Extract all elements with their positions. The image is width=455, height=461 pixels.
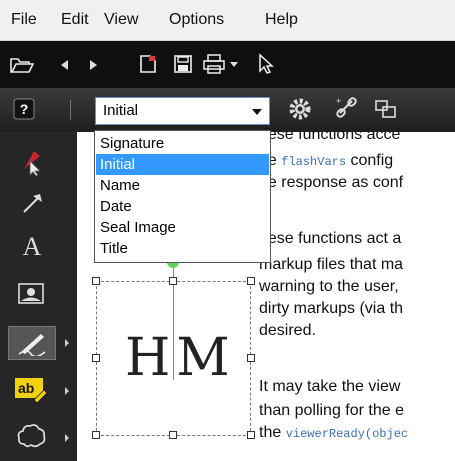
doc-line: than polling for the e (259, 402, 404, 419)
doc-line: he flashVars config (259, 152, 393, 170)
markup-tools-sidebar: A ab (0, 132, 77, 461)
text-replace-submenu-arrow-icon[interactable] (64, 387, 70, 395)
menu-view[interactable]: View (104, 11, 138, 29)
doc-text: the (259, 424, 286, 441)
markup-type-dropdown: Signature Initial Name Date Seal Image T… (94, 130, 271, 263)
markup-type-select[interactable]: Initial (95, 97, 270, 125)
option-title[interactable]: Title (96, 238, 269, 259)
resize-handle[interactable] (169, 431, 177, 439)
svg-text:?: ? (20, 101, 29, 117)
doc-line: hese functions acce (259, 132, 401, 143)
chevron-down-icon[interactable] (251, 108, 263, 116)
menu-options[interactable]: Options (169, 11, 224, 29)
cloud-submenu-arrow-icon[interactable] (64, 434, 70, 442)
resize-handle[interactable] (247, 277, 255, 285)
open-folder-icon[interactable] (9, 56, 35, 74)
signature-pen-icon (18, 334, 46, 356)
signature-submenu-arrow-icon[interactable] (64, 339, 70, 347)
option-signature[interactable]: Signature (96, 133, 269, 154)
red-pointer-icon[interactable] (18, 147, 46, 177)
svg-text:ab: ab (18, 380, 34, 396)
print-dropdown-arrow-icon[interactable] (229, 61, 239, 69)
menu-bar: File Edit View Options Help (0, 0, 455, 41)
doc-line: he response as conf (259, 174, 404, 191)
doc-line: the viewerReady(objec (259, 424, 408, 442)
main-toolbar (0, 41, 455, 88)
svg-text:A: A (23, 232, 42, 260)
option-seal-image[interactable]: Seal Image (96, 217, 269, 238)
save-icon[interactable] (173, 54, 193, 74)
cloud-shape-icon[interactable] (16, 422, 46, 450)
resize-handle[interactable] (247, 431, 255, 439)
resize-handle[interactable] (247, 354, 255, 362)
menu-help[interactable]: Help (265, 11, 298, 29)
option-initial[interactable]: Initial (96, 154, 269, 175)
new-document-icon[interactable] (139, 54, 157, 74)
image-stamp-icon[interactable] (17, 282, 45, 306)
resize-handle[interactable] (169, 277, 177, 285)
signature-tool-button[interactable] (8, 326, 56, 360)
doc-text: config (346, 152, 394, 169)
resize-handle[interactable] (92, 431, 100, 439)
resize-handle[interactable] (92, 277, 100, 285)
arrange-icon[interactable] (374, 97, 400, 121)
settings-gear-icon[interactable] (287, 96, 313, 122)
doc-line: dirty markups (via th (259, 300, 404, 317)
previous-page-icon[interactable] (58, 58, 72, 72)
help-icon[interactable]: ? (13, 98, 35, 120)
doc-line: warning to the user, (259, 278, 399, 295)
toolbar-divider (70, 100, 71, 120)
code-text: flashVars (281, 155, 347, 169)
doc-line: markup files that ma (259, 256, 404, 273)
resize-handle[interactable] (92, 354, 100, 362)
doc-line: desired. (259, 322, 316, 339)
arrow-tool-icon[interactable] (20, 190, 46, 216)
menu-file[interactable]: File (11, 11, 37, 29)
option-date[interactable]: Date (96, 196, 269, 217)
print-icon[interactable] (202, 53, 226, 75)
next-page-icon[interactable] (86, 58, 100, 72)
option-name[interactable]: Name (96, 175, 269, 196)
doc-line: hese functions act a (259, 230, 402, 247)
select-pointer-icon[interactable] (256, 53, 276, 75)
code-text: viewerReady(objec (285, 427, 409, 441)
menu-edit[interactable]: Edit (61, 11, 89, 29)
link-icon[interactable]: + (334, 95, 360, 121)
doc-line: It may take the view (259, 378, 401, 395)
initial-markup-text: HM (125, 328, 236, 388)
markup-type-value: Initial (103, 102, 139, 119)
svg-text:+: + (336, 96, 341, 106)
text-tool-icon[interactable]: A (18, 230, 46, 260)
text-replace-icon[interactable]: ab (14, 376, 48, 404)
